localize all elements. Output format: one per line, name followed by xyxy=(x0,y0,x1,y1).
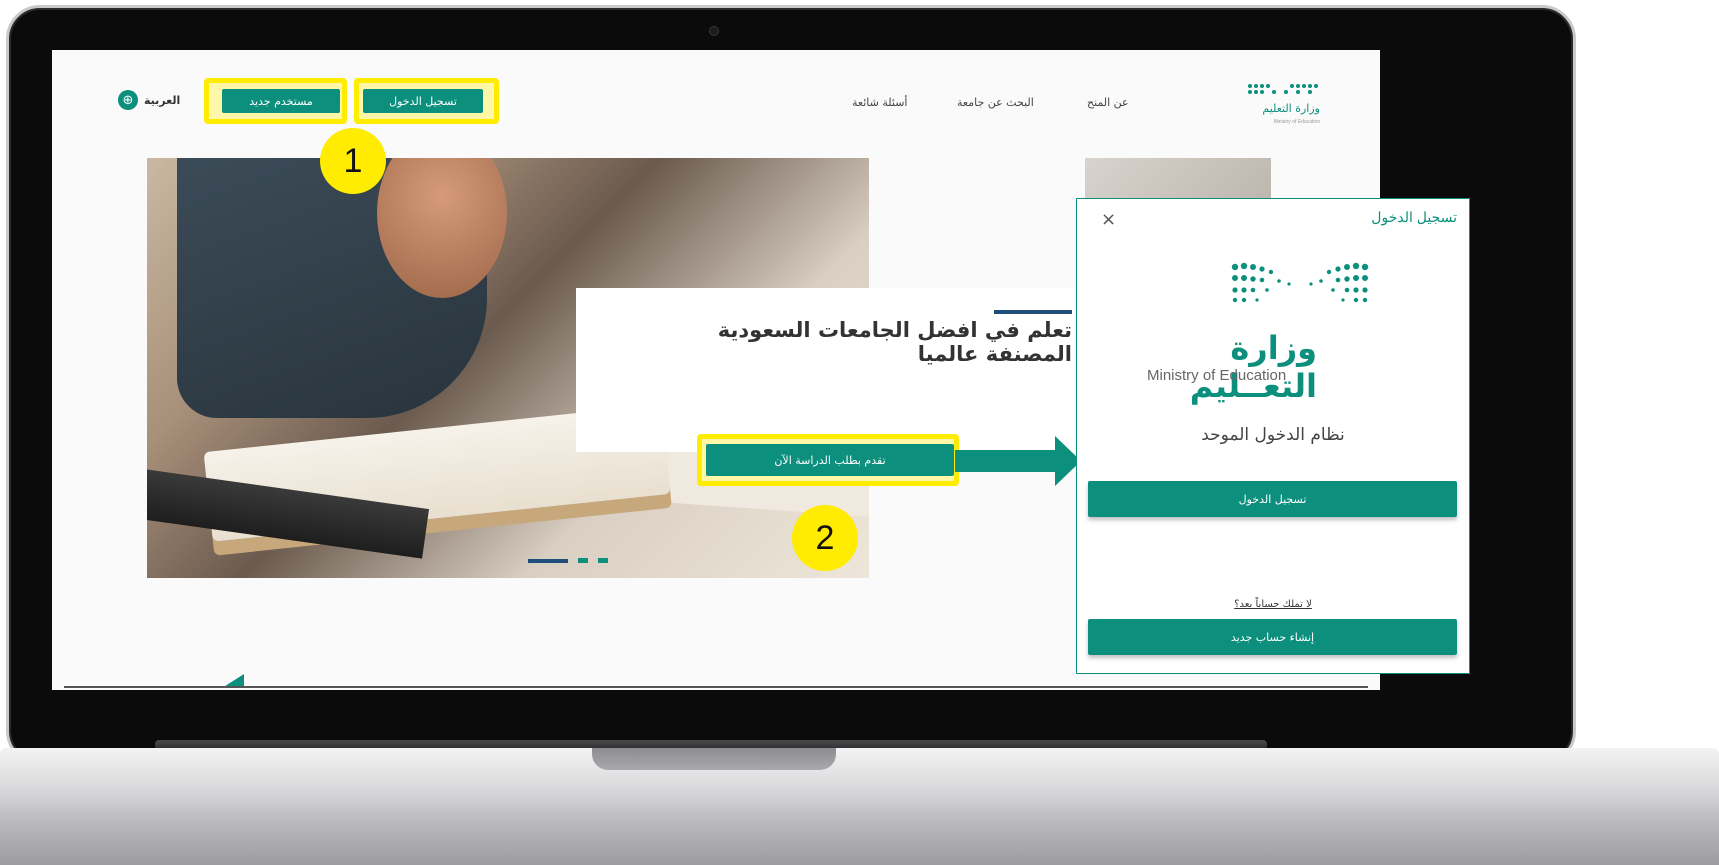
globe-icon: ⊕ xyxy=(118,90,138,110)
carousel-dot-active[interactable] xyxy=(528,558,568,563)
ministry-logo-icon xyxy=(1231,262,1369,303)
login-modal: تسجيل الدخول × وزارة التعــليم Ministry … xyxy=(1076,198,1470,674)
ministry-name-english: Ministry of Education xyxy=(1147,367,1287,384)
create-account-button[interactable]: إنشاء حساب جديد xyxy=(1088,619,1457,655)
step-marker-2: 2 xyxy=(792,505,858,571)
sso-title: نظام الدخول الموحد xyxy=(1201,425,1345,445)
hero-title: تعلم في افضل الجامعات السعودية المصنفة ع… xyxy=(632,318,1072,366)
arrow-right-icon xyxy=(955,450,1059,472)
close-icon[interactable]: × xyxy=(1101,209,1116,230)
nav-link-about-scholarships[interactable]: عن المنح xyxy=(1087,96,1129,109)
laptop-notch xyxy=(592,748,836,770)
step-marker-1: 1 xyxy=(320,128,386,194)
nav-link-faq[interactable]: أسئلة شائعة xyxy=(852,96,907,109)
hero-title-line1: تعلم في افضل الجامعات السعودية xyxy=(717,318,1072,342)
modal-title: تسجيل الدخول xyxy=(1371,209,1457,225)
apply-now-button[interactable]: تقدم بطلب الدراسة الآن xyxy=(706,444,954,476)
camera-icon xyxy=(709,26,719,36)
no-account-link[interactable]: لا تملك حساباً بعد؟ xyxy=(1077,599,1469,610)
screen-divider xyxy=(64,686,1368,688)
nav-link-search-university[interactable]: البحث عن جامعة xyxy=(957,96,1034,109)
nav-logo-en: Ministry of Education xyxy=(1274,119,1321,125)
new-user-button[interactable]: مستخدم جديد xyxy=(222,89,340,113)
nav-login-button[interactable]: تسجيل الدخول xyxy=(363,89,483,113)
hero-title-line2: المصنفة عالميا xyxy=(917,342,1072,366)
carousel-dot[interactable] xyxy=(598,558,608,563)
ministry-logo-icon[interactable]: وزارة التعليم Ministry of Education xyxy=(1192,80,1322,128)
modal-login-button[interactable]: تسجيل الدخول xyxy=(1088,481,1457,517)
carousel-indicators xyxy=(528,558,608,563)
language-switcher[interactable]: ⊕ العربية xyxy=(118,90,180,110)
nav-logo-text: وزارة التعليم xyxy=(1262,102,1320,115)
language-label: العربية xyxy=(144,93,181,107)
laptop-base xyxy=(0,748,1719,865)
top-navigation: ⊕ العربية مستخدم جديد تسجيل الدخول أسئلة… xyxy=(52,50,1380,150)
carousel-dot[interactable] xyxy=(578,558,588,563)
hero-accent-line xyxy=(994,310,1072,314)
